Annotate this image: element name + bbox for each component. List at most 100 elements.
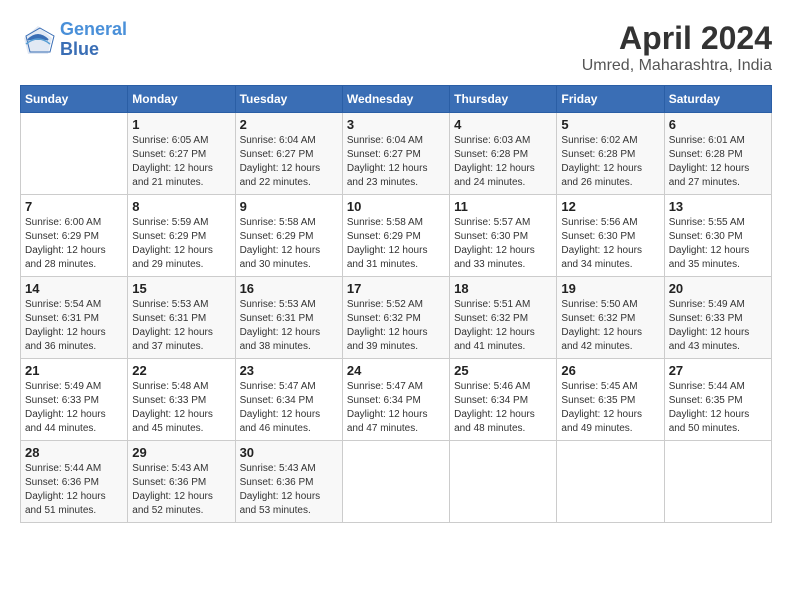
day-info: Sunrise: 5:48 AM Sunset: 6:33 PM Dayligh… bbox=[132, 380, 230, 436]
day-number: 30 bbox=[240, 445, 338, 460]
week-row-2: 7 Sunrise: 6:00 AM Sunset: 6:29 PM Daylig… bbox=[21, 195, 772, 277]
day-cell: 5 Sunrise: 6:02 AM Sunset: 6:28 PM Daylig… bbox=[557, 113, 664, 195]
day-info: Sunrise: 6:05 AM Sunset: 6:27 PM Dayligh… bbox=[132, 134, 230, 190]
day-number: 17 bbox=[347, 281, 445, 296]
day-number: 15 bbox=[132, 281, 230, 296]
weekday-header-friday: Friday bbox=[557, 86, 664, 113]
day-cell: 19 Sunrise: 5:50 AM Sunset: 6:32 PM Dayli… bbox=[557, 277, 664, 359]
calendar-body: 1 Sunrise: 6:05 AM Sunset: 6:27 PM Daylig… bbox=[21, 113, 772, 523]
weekday-header-wednesday: Wednesday bbox=[342, 86, 449, 113]
day-cell: 28Sunrise: 5:44 AM Sunset: 6:36 PM Dayli… bbox=[21, 441, 128, 523]
day-info: Sunrise: 5:50 AM Sunset: 6:32 PM Dayligh… bbox=[561, 298, 659, 354]
week-row-1: 1 Sunrise: 6:05 AM Sunset: 6:27 PM Daylig… bbox=[21, 113, 772, 195]
day-number: 23 bbox=[240, 363, 338, 378]
day-info: Sunrise: 5:55 AM Sunset: 6:30 PM Dayligh… bbox=[669, 216, 767, 272]
day-cell: 26 Sunrise: 5:45 AM Sunset: 6:35 PM Dayli… bbox=[557, 359, 664, 441]
day-number: 8 bbox=[132, 199, 230, 214]
day-number: 9 bbox=[240, 199, 338, 214]
weekday-header-monday: Monday bbox=[128, 86, 235, 113]
day-cell: 25 Sunrise: 5:46 AM Sunset: 6:34 PM Dayli… bbox=[450, 359, 557, 441]
day-info: Sunrise: 5:53 AM Sunset: 6:31 PM Dayligh… bbox=[240, 298, 338, 354]
day-number: 24 bbox=[347, 363, 445, 378]
day-cell: 14 Sunrise: 5:54 AM Sunset: 6:31 PM Dayli… bbox=[21, 277, 128, 359]
day-cell: 17 Sunrise: 5:52 AM Sunset: 6:32 PM Dayli… bbox=[342, 277, 449, 359]
day-number: 12 bbox=[561, 199, 659, 214]
day-number: 29 bbox=[132, 445, 230, 460]
day-number: 26 bbox=[561, 363, 659, 378]
logo: General Blue bbox=[20, 20, 127, 60]
day-number: 4 bbox=[454, 117, 552, 132]
day-number: 2 bbox=[240, 117, 338, 132]
calendar-subtitle: Umred, Maharashtra, India bbox=[582, 57, 772, 75]
weekday-header-sunday: Sunday bbox=[21, 86, 128, 113]
day-info: Sunrise: 6:02 AM Sunset: 6:28 PM Dayligh… bbox=[561, 134, 659, 190]
week-row-3: 14 Sunrise: 5:54 AM Sunset: 6:31 PM Dayli… bbox=[21, 277, 772, 359]
day-info: Sunrise: 5:52 AM Sunset: 6:32 PM Dayligh… bbox=[347, 298, 445, 354]
day-info: Sunrise: 5:59 AM Sunset: 6:29 PM Dayligh… bbox=[132, 216, 230, 272]
title-block: April 2024 Umred, Maharashtra, India bbox=[582, 20, 772, 75]
day-number: 25 bbox=[454, 363, 552, 378]
logo-icon bbox=[20, 22, 56, 58]
day-number: 14 bbox=[25, 281, 123, 296]
day-number: 16 bbox=[240, 281, 338, 296]
page-header: General Blue April 2024 Umred, Maharasht… bbox=[20, 20, 772, 75]
day-number: 10 bbox=[347, 199, 445, 214]
day-info: Sunrise: 5:44 AM Sunset: 6:35 PM Dayligh… bbox=[669, 380, 767, 436]
day-cell: 12Sunrise: 5:56 AM Sunset: 6:30 PM Dayli… bbox=[557, 195, 664, 277]
day-cell: 16 Sunrise: 5:53 AM Sunset: 6:31 PM Dayli… bbox=[235, 277, 342, 359]
day-cell: 11Sunrise: 5:57 AM Sunset: 6:30 PM Dayli… bbox=[450, 195, 557, 277]
weekday-header-saturday: Saturday bbox=[664, 86, 771, 113]
day-cell: 1 Sunrise: 6:05 AM Sunset: 6:27 PM Daylig… bbox=[128, 113, 235, 195]
day-info: Sunrise: 5:46 AM Sunset: 6:34 PM Dayligh… bbox=[454, 380, 552, 436]
day-number: 18 bbox=[454, 281, 552, 296]
day-number: 7 bbox=[25, 199, 123, 214]
day-info: Sunrise: 5:57 AM Sunset: 6:30 PM Dayligh… bbox=[454, 216, 552, 272]
day-cell: 6Sunrise: 6:01 AM Sunset: 6:28 PM Daylig… bbox=[664, 113, 771, 195]
day-info: Sunrise: 5:43 AM Sunset: 6:36 PM Dayligh… bbox=[132, 462, 230, 518]
day-info: Sunrise: 5:58 AM Sunset: 6:29 PM Dayligh… bbox=[240, 216, 338, 272]
day-cell: 29 Sunrise: 5:43 AM Sunset: 6:36 PM Dayli… bbox=[128, 441, 235, 523]
calendar-header: SundayMondayTuesdayWednesdayThursdayFrid… bbox=[21, 86, 772, 113]
day-cell: 18 Sunrise: 5:51 AM Sunset: 6:32 PM Dayli… bbox=[450, 277, 557, 359]
weekday-header-row: SundayMondayTuesdayWednesdayThursdayFrid… bbox=[21, 86, 772, 113]
day-cell: 9 Sunrise: 5:58 AM Sunset: 6:29 PM Daylig… bbox=[235, 195, 342, 277]
day-cell bbox=[664, 441, 771, 523]
day-cell: 27Sunrise: 5:44 AM Sunset: 6:35 PM Dayli… bbox=[664, 359, 771, 441]
day-info: Sunrise: 5:54 AM Sunset: 6:31 PM Dayligh… bbox=[25, 298, 123, 354]
day-cell bbox=[342, 441, 449, 523]
day-cell: 23 Sunrise: 5:47 AM Sunset: 6:34 PM Dayli… bbox=[235, 359, 342, 441]
day-info: Sunrise: 6:03 AM Sunset: 6:28 PM Dayligh… bbox=[454, 134, 552, 190]
day-number: 19 bbox=[561, 281, 659, 296]
day-info: Sunrise: 6:00 AM Sunset: 6:29 PM Dayligh… bbox=[25, 216, 123, 272]
day-cell: 8 Sunrise: 5:59 AM Sunset: 6:29 PM Daylig… bbox=[128, 195, 235, 277]
day-cell: 13 Sunrise: 5:55 AM Sunset: 6:30 PM Dayli… bbox=[664, 195, 771, 277]
day-info: Sunrise: 5:49 AM Sunset: 6:33 PM Dayligh… bbox=[25, 380, 123, 436]
day-cell: 24 Sunrise: 5:47 AM Sunset: 6:34 PM Dayli… bbox=[342, 359, 449, 441]
day-cell bbox=[450, 441, 557, 523]
day-number: 1 bbox=[132, 117, 230, 132]
calendar-table: SundayMondayTuesdayWednesdayThursdayFrid… bbox=[20, 85, 772, 523]
day-number: 5 bbox=[561, 117, 659, 132]
weekday-header-tuesday: Tuesday bbox=[235, 86, 342, 113]
day-info: Sunrise: 5:47 AM Sunset: 6:34 PM Dayligh… bbox=[240, 380, 338, 436]
day-info: Sunrise: 5:45 AM Sunset: 6:35 PM Dayligh… bbox=[561, 380, 659, 436]
day-info: Sunrise: 5:49 AM Sunset: 6:33 PM Dayligh… bbox=[669, 298, 767, 354]
day-number: 13 bbox=[669, 199, 767, 214]
day-cell: 30 Sunrise: 5:43 AM Sunset: 6:36 PM Dayli… bbox=[235, 441, 342, 523]
day-cell: 3Sunrise: 6:04 AM Sunset: 6:27 PM Daylig… bbox=[342, 113, 449, 195]
day-number: 28 bbox=[25, 445, 123, 460]
day-cell: 21 Sunrise: 5:49 AM Sunset: 6:33 PM Dayli… bbox=[21, 359, 128, 441]
day-number: 22 bbox=[132, 363, 230, 378]
day-info: Sunrise: 5:51 AM Sunset: 6:32 PM Dayligh… bbox=[454, 298, 552, 354]
day-info: Sunrise: 5:53 AM Sunset: 6:31 PM Dayligh… bbox=[132, 298, 230, 354]
day-info: Sunrise: 6:04 AM Sunset: 6:27 PM Dayligh… bbox=[240, 134, 338, 190]
week-row-4: 21 Sunrise: 5:49 AM Sunset: 6:33 PM Dayli… bbox=[21, 359, 772, 441]
day-number: 21 bbox=[25, 363, 123, 378]
day-info: Sunrise: 5:47 AM Sunset: 6:34 PM Dayligh… bbox=[347, 380, 445, 436]
day-cell: 15 Sunrise: 5:53 AM Sunset: 6:31 PM Dayli… bbox=[128, 277, 235, 359]
day-number: 20 bbox=[669, 281, 767, 296]
day-info: Sunrise: 6:04 AM Sunset: 6:27 PM Dayligh… bbox=[347, 134, 445, 190]
day-info: Sunrise: 5:43 AM Sunset: 6:36 PM Dayligh… bbox=[240, 462, 338, 518]
day-cell bbox=[557, 441, 664, 523]
day-cell bbox=[21, 113, 128, 195]
